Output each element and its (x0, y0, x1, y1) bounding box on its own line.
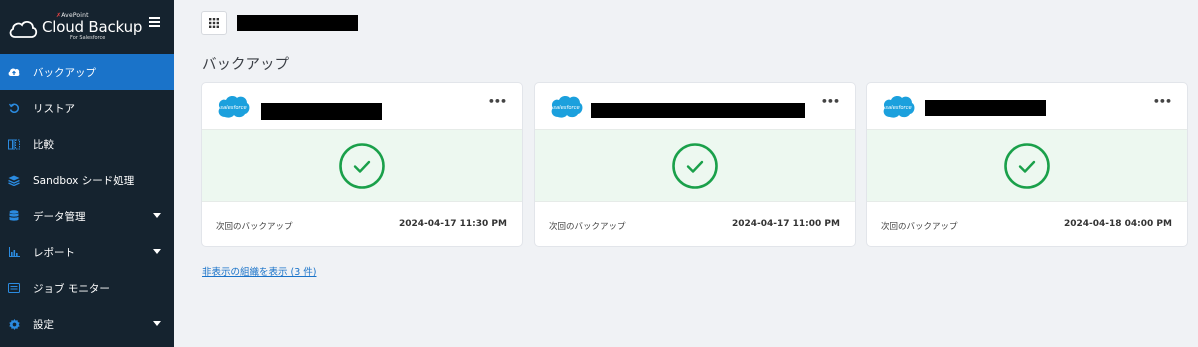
layers-icon (8, 174, 20, 186)
next-backup-date: 2024-04-17 11:00 PM (731, 219, 840, 229)
card-header: salesforce ••• (867, 83, 1187, 129)
card-header: salesforce ••• (535, 83, 855, 129)
next-backup-date: 2024-04-18 04:00 PM (1063, 219, 1172, 229)
redacted-org-name (261, 103, 382, 120)
app-launcher-button[interactable] (201, 11, 227, 35)
grid-icon (209, 18, 219, 28)
redacted-org-name (925, 100, 1046, 116)
sidebar-item-label: Sandbox シード処理 (33, 174, 135, 187)
card-header: salesforce ••• (202, 83, 522, 129)
check-circle-icon (672, 142, 718, 189)
sidebar-item-restore[interactable]: リストア (0, 90, 174, 126)
menu-toggle-icon[interactable] (149, 17, 160, 27)
next-backup-date: 2024-04-17 11:30 PM (398, 219, 507, 229)
card-footer: 次回のバックアップ 2024-04-17 11:00 PM (535, 202, 855, 246)
redacted-org-name (591, 103, 805, 118)
compare-icon (8, 138, 20, 150)
sidebar-item-label: リストア (33, 102, 75, 115)
chevron-down-icon (153, 249, 161, 254)
top-bar (174, 0, 1198, 44)
monitor-icon (8, 282, 20, 294)
check-circle-icon (1004, 142, 1050, 189)
redacted-org-name (237, 15, 358, 31)
salesforce-logo-icon: salesforce (883, 95, 915, 118)
page-title: バックアップ (202, 57, 289, 73)
sidebar-item-data-management[interactable]: データ管理 (0, 198, 174, 234)
more-options-icon[interactable]: ••• (1153, 95, 1172, 108)
restore-icon (8, 102, 20, 114)
sidebar-item-label: ジョブ モニター (33, 282, 110, 295)
card-footer: 次回のバックアップ 2024-04-17 11:30 PM (202, 202, 522, 246)
salesforce-logo-icon: salesforce (551, 95, 583, 118)
brand-product: Cloud Backup (42, 18, 143, 36)
svg-text:salesforce: salesforce (220, 105, 246, 111)
cloud-logo-icon (9, 21, 38, 38)
database-icon (8, 210, 20, 222)
card-footer: 次回のバックアップ 2024-04-18 04:00 PM (867, 202, 1187, 246)
sidebar-item-label: データ管理 (33, 210, 86, 223)
next-backup-label: 次回のバックアップ (216, 222, 293, 232)
next-backup-label: 次回のバックアップ (549, 222, 626, 232)
status-success (867, 129, 1187, 202)
next-backup-label: 次回のバックアップ (881, 222, 958, 232)
gear-icon (8, 318, 20, 330)
brand-subtitle: For Salesforce (70, 35, 106, 41)
more-options-icon[interactable]: ••• (488, 95, 507, 108)
status-success (535, 129, 855, 202)
sidebar-item-compare[interactable]: 比較 (0, 126, 174, 162)
sidebar-item-sandbox-seeding[interactable]: Sandbox シード処理 (0, 162, 174, 198)
sidebar-item-backup[interactable]: バックアップ (0, 54, 174, 90)
brand-logo: ✗AvePoint Cloud Backup For Salesforce (0, 0, 174, 54)
sidebar-item-reports[interactable]: レポート (0, 234, 174, 270)
svg-text:salesforce: salesforce (885, 105, 911, 111)
sidebar-item-settings[interactable]: 設定 (0, 306, 174, 342)
show-hidden-orgs-link[interactable]: 非表示の組織を表示 (3 件) (202, 264, 317, 278)
cloud-upload-icon (8, 66, 20, 78)
sidebar-item-job-monitor[interactable]: ジョブ モニター (0, 270, 174, 306)
sidebar-item-label: レポート (33, 246, 75, 259)
more-options-icon[interactable]: ••• (821, 95, 840, 108)
check-circle-icon (339, 142, 385, 189)
backup-card[interactable]: salesforce ••• 次回のバックアップ 2024-04-17 11:3… (201, 82, 523, 247)
status-success (202, 129, 522, 202)
sidebar-item-label: 比較 (33, 138, 54, 151)
chart-icon (8, 246, 20, 258)
salesforce-logo-icon: salesforce (218, 95, 250, 118)
backup-card[interactable]: salesforce ••• 次回のバックアップ 2024-04-18 04:0… (866, 82, 1188, 247)
sidebar-item-label: バックアップ (33, 66, 96, 79)
backup-card[interactable]: salesforce ••• 次回のバックアップ 2024-04-17 11:0… (534, 82, 856, 247)
main-content: バックアップ salesforce ••• 次回のバックアップ 2024-04-… (174, 0, 1198, 347)
chevron-down-icon (153, 213, 161, 218)
svg-text:salesforce: salesforce (553, 105, 579, 111)
sidebar: ✗AvePoint Cloud Backup For Salesforce バッ… (0, 0, 174, 347)
sidebar-item-label: 設定 (33, 318, 54, 331)
chevron-down-icon (153, 321, 161, 326)
